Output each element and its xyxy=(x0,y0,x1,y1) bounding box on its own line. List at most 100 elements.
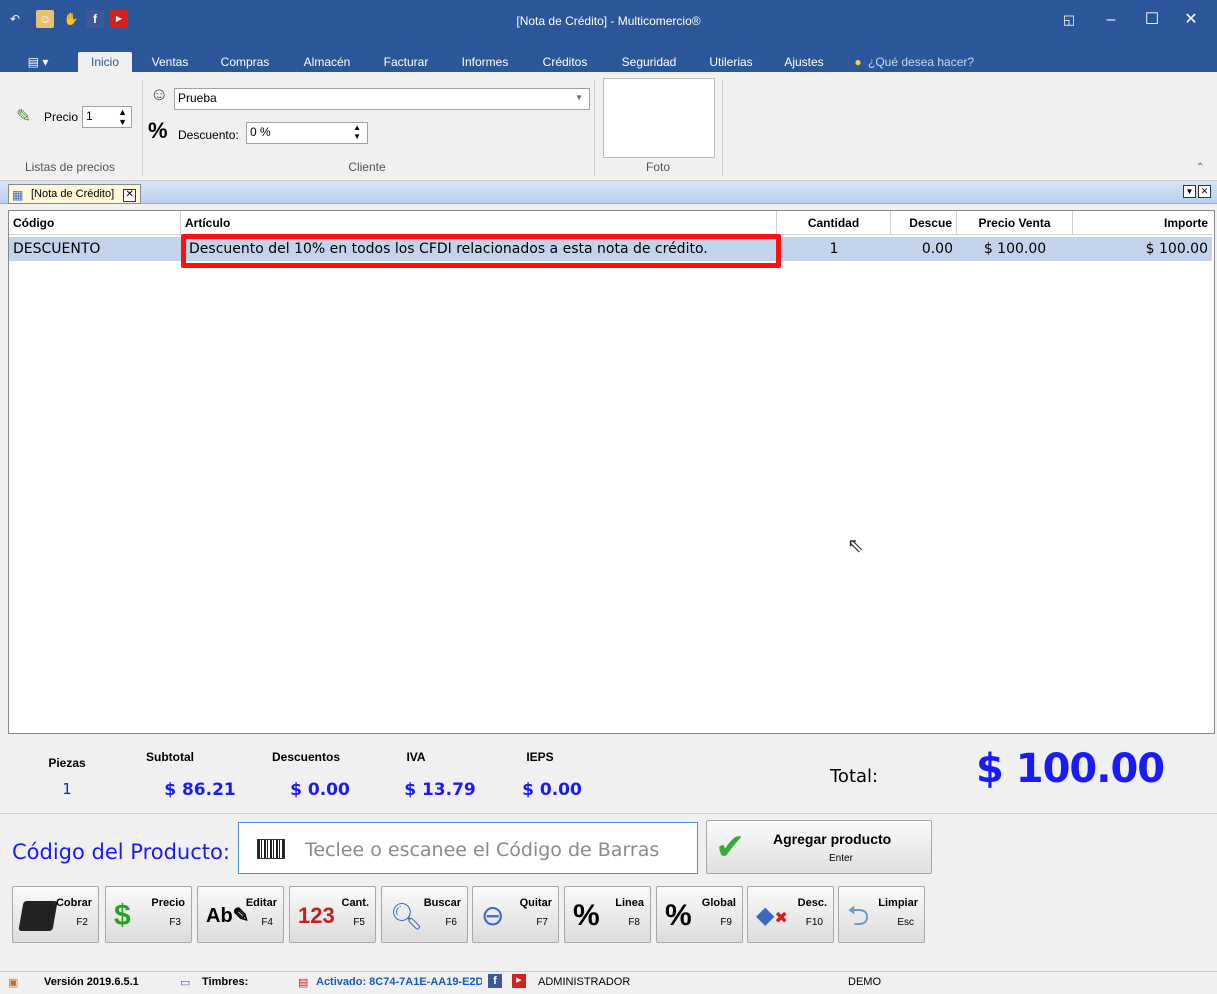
buscar-button[interactable]: 🔍︎ Buscar F6 xyxy=(381,886,468,943)
add-product-key: Enter xyxy=(829,853,853,864)
cell-precio-venta[interactable]: $ 100.00 xyxy=(957,237,1073,261)
facebook-icon[interactable]: f xyxy=(488,974,502,988)
desc-label: Desc. xyxy=(797,897,827,909)
spinner-arrows-icon[interactable]: ▲ ▼ xyxy=(118,107,127,127)
chevron-down-icon[interactable]: ▼ xyxy=(575,89,583,107)
piezas-label: Piezas xyxy=(48,756,86,770)
timbres-text: Timbres: xyxy=(202,976,249,988)
timbres-icon: ▭ xyxy=(180,977,191,989)
tag-remove-icon: ◆✖ xyxy=(756,902,788,929)
close-all-icon[interactable]: ✕ xyxy=(1198,185,1211,198)
column-header-precio-venta[interactable]: Precio Venta xyxy=(957,211,1073,235)
spinner-arrows-icon[interactable]: ▲ ▼ xyxy=(353,123,361,141)
mode-text: DEMO xyxy=(848,976,881,988)
total-label: Total: xyxy=(830,766,879,787)
tab-informes[interactable]: Informes xyxy=(452,52,518,72)
document-tab[interactable]: ▦ [Nota de Crédito] ✕ xyxy=(8,184,142,204)
column-header-cantidad[interactable]: Cantidad xyxy=(777,211,891,235)
percent-icon: % xyxy=(148,118,168,143)
tab-utilerias[interactable]: Utilerias xyxy=(700,52,762,72)
edit-text-icon: Ab✎ xyxy=(206,905,250,927)
descuento-label: Descuento: xyxy=(178,128,239,142)
title-bar: ↶ ☺ ✋ f ▶ [Nota de Crédito] - Multicomer… xyxy=(0,0,1217,48)
collapse-ribbon-icon[interactable]: ⌃ xyxy=(1196,162,1204,173)
close-tab-icon[interactable]: ✕ xyxy=(123,189,137,202)
descuento-spinner[interactable]: 0 % ▲ ▼ xyxy=(246,122,368,144)
tab-seguridad[interactable]: Seguridad xyxy=(612,52,686,72)
minus-circle-icon: ⊖ xyxy=(481,900,505,931)
undo-arrow-icon: ⮌ xyxy=(847,900,870,931)
group-label-listas: Listas de precios xyxy=(24,160,116,174)
buscar-key: F6 xyxy=(445,917,457,928)
minimize-button[interactable]: – xyxy=(1096,8,1126,32)
group-label-foto: Foto xyxy=(645,160,670,174)
cell-cantidad[interactable]: 1 xyxy=(777,237,891,261)
linea-button[interactable]: % Linea F8 xyxy=(564,886,651,943)
total-value: $ 100.00 xyxy=(976,746,1165,792)
limpiar-button[interactable]: ⮌ Limpiar Esc xyxy=(838,886,925,943)
precio-value: 1 xyxy=(86,109,93,123)
limpiar-key: Esc xyxy=(897,917,914,928)
barcode-input[interactable]: Teclee o escanee el Código de Barras xyxy=(238,822,698,874)
ribbon-separator xyxy=(722,80,723,176)
status-bar: ▣ Versión 2019.6.5.1 ▭ Timbres: ▤ Activa… xyxy=(0,971,1217,994)
precio-label: Precio xyxy=(44,110,79,124)
global-label: Global xyxy=(701,897,736,909)
ieps-value: $ 0.00 xyxy=(522,780,582,800)
desc-button[interactable]: ◆✖ Desc. F10 xyxy=(747,886,834,943)
descuentos-label: Descuentos xyxy=(271,750,341,764)
client-icon: ☺ xyxy=(150,84,169,104)
subtotal-value: $ 86.21 xyxy=(164,780,236,800)
cliente-select[interactable]: Prueba ▼ xyxy=(174,88,590,110)
close-button[interactable]: ✕ xyxy=(1176,8,1206,32)
items-grid[interactable]: Código Artículo Cantidad Descue Precio V… xyxy=(8,210,1215,734)
column-header-articulo[interactable]: Artículo xyxy=(181,211,777,235)
tab-facturar[interactable]: Facturar xyxy=(376,52,436,72)
file-menu-button[interactable]: ▤ ▾ xyxy=(20,52,56,72)
tab-ajustes[interactable]: Ajustes xyxy=(776,52,832,72)
precio-button[interactable]: $ Precio F3 xyxy=(105,886,192,943)
editar-button[interactable]: Ab✎ Editar F4 xyxy=(197,886,284,943)
group-label-cliente: Cliente xyxy=(348,160,386,174)
cantidad-button[interactable]: 123 Cant. F5 xyxy=(289,886,376,943)
divider xyxy=(0,813,1217,814)
linea-key: F8 xyxy=(628,917,640,928)
add-product-button[interactable]: ✔ Agregar producto Enter xyxy=(706,820,932,874)
desc-key: F10 xyxy=(805,917,823,928)
iva-label: IVA xyxy=(406,750,426,764)
barcode-placeholder: Teclee o escanee el Código de Barras xyxy=(305,839,660,861)
tab-creditos[interactable]: Créditos xyxy=(534,52,596,72)
quitar-key: F7 xyxy=(536,917,548,928)
app-icon: ▣ xyxy=(8,977,19,989)
tell-me-search[interactable]: ¿Qué desea hacer? xyxy=(868,52,988,72)
ribbon-tab-bar: ▤ ▾ Inicio Ventas Compras Almacén Factur… xyxy=(0,48,1217,72)
cantidad-key: F5 xyxy=(353,917,365,928)
cell-importe[interactable]: $ 100.00 xyxy=(1073,237,1212,261)
global-button[interactable]: % Global F9 xyxy=(656,886,743,943)
tab-inicio[interactable]: Inicio xyxy=(78,52,132,72)
precio-spinner[interactable]: 1 ▲ ▼ xyxy=(82,106,132,128)
tab-list-icon[interactable]: ▼ xyxy=(1183,185,1196,198)
price-tag-icon: ✎ xyxy=(16,106,32,126)
maximize-button[interactable]: ☐ xyxy=(1137,8,1167,32)
document-icon: ▦ xyxy=(12,188,24,202)
column-header-importe[interactable]: Importe xyxy=(1073,211,1212,235)
column-header-descuento[interactable]: Descue xyxy=(891,211,957,235)
add-product-label: Agregar producto xyxy=(773,831,892,847)
tab-compras[interactable]: Compras xyxy=(212,52,278,72)
ribbon-display-button[interactable]: ◱ xyxy=(1054,8,1084,32)
global-key: F9 xyxy=(720,917,732,928)
column-header-codigo[interactable]: Código xyxy=(9,211,181,235)
tab-ventas[interactable]: Ventas xyxy=(146,52,194,72)
youtube-icon[interactable]: ▶ xyxy=(512,974,526,988)
magnifier-icon: 🔍︎ xyxy=(390,901,424,931)
cell-descuento[interactable]: 0.00 xyxy=(891,237,957,261)
cell-codigo[interactable]: DESCUENTO xyxy=(9,237,181,261)
descuentos-value: $ 0.00 xyxy=(290,780,350,800)
quitar-button[interactable]: ⊖ Quitar F7 xyxy=(472,886,559,943)
precio-key: F3 xyxy=(169,917,181,928)
tab-almacen[interactable]: Almacén xyxy=(294,52,360,72)
editar-label: Editar xyxy=(245,897,277,909)
document-tab-strip: ▦ [Nota de Crédito] ✕ ▼ ✕ xyxy=(0,181,1217,204)
cobrar-button[interactable]: Cobrar F2 xyxy=(12,886,99,943)
